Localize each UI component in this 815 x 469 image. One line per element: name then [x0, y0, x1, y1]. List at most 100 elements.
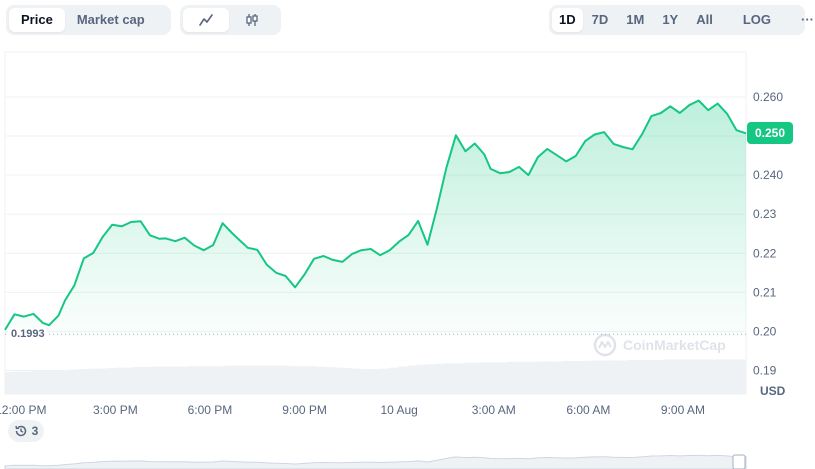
volume-bar: [59, 370, 70, 394]
volume-bar: [197, 366, 207, 394]
volume-bar: [142, 367, 152, 394]
volume-bar: [590, 360, 601, 394]
volume-bar: [279, 365, 290, 394]
price-chart[interactable]: 0.260 0.250 0.240 0.23 0.22 0.21 0.20 0.19 12:0…: [0, 0, 815, 469]
y-tick-label: 0.240: [753, 168, 783, 182]
x-tick-label: 10 Aug: [380, 403, 417, 417]
volume-bar: [389, 367, 399, 394]
history-icon: [14, 425, 26, 437]
volume-bar: [663, 359, 674, 394]
volume-bar: [252, 365, 262, 394]
volume-bar: [645, 359, 656, 394]
volume-bar: [508, 361, 518, 394]
y-tick-label: 0.20: [753, 324, 777, 338]
volume-bar: [672, 359, 683, 394]
volume-bar: [325, 367, 335, 394]
volume-bar: [160, 366, 171, 394]
current-price-badge: 0.250: [747, 122, 793, 145]
volume-bar: [105, 368, 116, 394]
volume-bars: [5, 359, 747, 394]
volume-bar: [178, 366, 189, 394]
x-axis: 12:00 PM 3:00 PM 6:00 PM 9:00 PM 10 Aug 3:00 …: [0, 403, 705, 417]
volume-bar: [581, 360, 591, 394]
volume-bar: [188, 366, 198, 394]
volume-bar: [453, 363, 463, 394]
volume-bar: [691, 359, 701, 394]
x-tick-label: 12:00 PM: [0, 403, 46, 417]
y-tick-label: 0.22: [753, 246, 777, 260]
volume-bar: [709, 359, 720, 394]
volume-bar: [407, 365, 418, 394]
volume-bar: [32, 371, 43, 394]
volume-bar: [489, 362, 500, 394]
volume-bar: [14, 371, 24, 394]
volume-bar: [41, 370, 52, 394]
x-tick-label: 3:00 AM: [472, 403, 516, 417]
x-tick-label: 3:00 PM: [93, 403, 138, 417]
volume-bar: [242, 365, 253, 394]
y-tick-label: 0.23: [753, 207, 777, 221]
volume-bar: [398, 366, 409, 394]
volume-bar: [608, 360, 619, 394]
volume-bar: [69, 369, 79, 394]
volume-bar: [361, 369, 372, 394]
range-navigator[interactable]: [4, 440, 747, 469]
x-tick-label: 9:00 PM: [282, 403, 327, 417]
volume-bar: [169, 366, 180, 394]
volume-bar: [572, 360, 582, 394]
currency-label: USD: [760, 384, 786, 398]
volume-bar: [23, 371, 33, 394]
volume-bar: [87, 368, 97, 394]
volume-bar: [370, 369, 381, 394]
volume-bar: [517, 361, 527, 394]
history-count: 3: [31, 424, 39, 438]
volume-bar: [288, 366, 299, 394]
reference-price-label: 0.1993: [8, 328, 48, 341]
coinmarketcap-logo-icon: [593, 333, 617, 357]
volume-bar: [736, 359, 747, 394]
volume-bar: [526, 361, 537, 394]
volume-bar: [224, 365, 235, 394]
volume-bar: [435, 363, 445, 394]
volume-bar: [151, 366, 162, 394]
coinmarketcap-watermark: CoinMarketCap: [593, 333, 726, 357]
volume-bar: [215, 366, 226, 394]
volume-bar: [352, 368, 363, 394]
y-tick-label: 0.19: [753, 364, 777, 378]
volume-bar: [471, 362, 482, 394]
volume-bar: [499, 362, 509, 394]
volume-bar: [78, 369, 88, 394]
volume-bar: [444, 363, 454, 394]
volume-bar: [636, 359, 646, 394]
volume-bar: [544, 361, 555, 394]
navigator-handle[interactable]: [732, 454, 746, 469]
volume-bar: [416, 364, 427, 394]
volume-bar: [462, 362, 473, 394]
volume-bar: [718, 359, 729, 394]
volume-bar: [727, 359, 738, 394]
y-tick-label: 0.260: [753, 90, 783, 104]
volume-bar: [316, 366, 326, 394]
volume-bar: [206, 366, 216, 394]
volume-bar: [682, 359, 692, 394]
history-button[interactable]: 3: [8, 420, 44, 442]
volume-bar: [535, 361, 546, 394]
volume-bar: [334, 367, 344, 394]
volume-bar: [133, 367, 143, 394]
volume-bar: [627, 359, 637, 394]
volume-bar: [123, 367, 134, 394]
volume-bar: [617, 360, 628, 394]
x-tick-label: 6:00 AM: [566, 403, 610, 417]
volume-bar: [553, 361, 564, 394]
volume-bar: [50, 370, 61, 394]
volume-bar: [261, 365, 271, 394]
volume-bar: [114, 367, 125, 394]
y-tick-label: 0.21: [753, 285, 777, 299]
volume-bar: [306, 366, 317, 394]
volume-bar: [480, 362, 491, 394]
x-tick-label: 6:00 PM: [188, 403, 233, 417]
volume-bar: [563, 360, 573, 394]
volume-bar: [96, 368, 107, 394]
volume-bar: [270, 365, 280, 394]
volume-bar: [343, 368, 354, 394]
